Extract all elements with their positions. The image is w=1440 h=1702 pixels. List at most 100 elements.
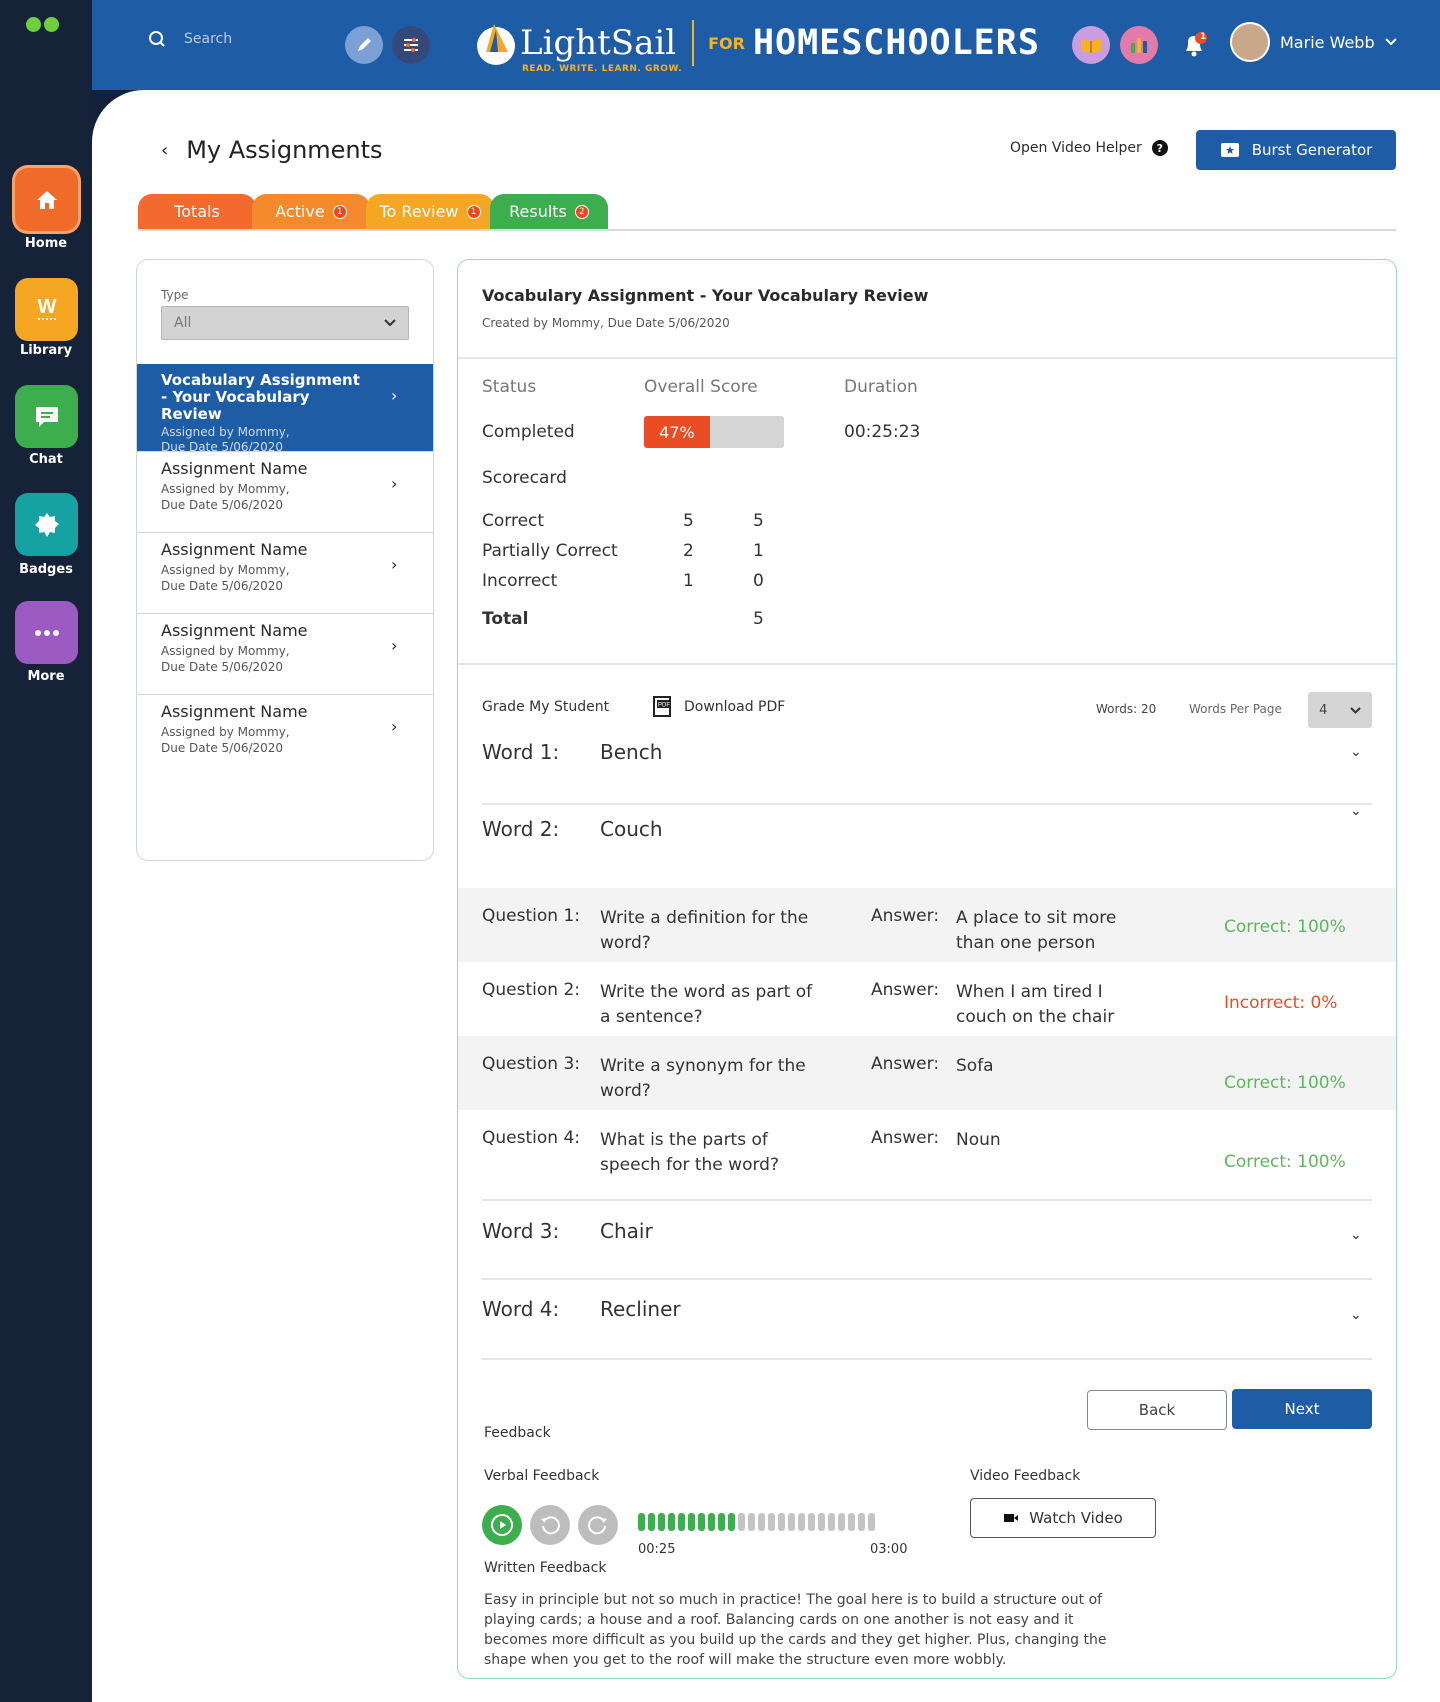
rewind-10-button[interactable] [530, 1505, 570, 1545]
word-row[interactable]: Word 4: Recliner ⌄ [482, 1297, 1382, 1323]
forward-10-button[interactable] [578, 1505, 618, 1545]
notifications-button[interactable]: 1 [1175, 26, 1213, 64]
tab-active[interactable]: Active 1 [252, 194, 370, 229]
nav-badges-button[interactable] [15, 493, 78, 556]
assignment-list-panel: Type All Vocabulary Assignment - Your Vo… [136, 259, 434, 861]
word-value: Couch [600, 817, 663, 841]
svg-text:W: W [37, 296, 56, 318]
chevron-down-icon[interactable]: ⌄ [1350, 1227, 1362, 1243]
divider [482, 1199, 1372, 1201]
user-name[interactable]: Marie Webb [1280, 33, 1375, 52]
tab-results[interactable]: Results 2 [490, 194, 608, 229]
bar-chart-icon [1131, 38, 1147, 53]
watch-video-label: Watch Video [1029, 1509, 1123, 1527]
audio-progress-segment [758, 1513, 765, 1531]
answer-text: A place to sit more than one person [956, 908, 1117, 953]
question-result: Correct: 100% [1224, 1152, 1346, 1172]
overall-score-bar: 47% [644, 416, 784, 448]
tab-results-count: 2 [574, 204, 589, 219]
chevron-right-icon: › [391, 555, 398, 574]
chevron-down-icon [1350, 706, 1361, 714]
settings-sliders-button[interactable] [392, 26, 430, 64]
nav-more-button[interactable] [15, 601, 78, 664]
answer-text: Noun [956, 1130, 1001, 1150]
home-icon [36, 190, 57, 209]
words-per-page-select[interactable]: 4 [1308, 692, 1372, 728]
ticket-star-icon [1220, 143, 1239, 157]
tab-to-review[interactable]: To Review 1 [366, 194, 494, 229]
burst-generator-button[interactable]: Burst Generator [1196, 130, 1396, 170]
nav-library-button[interactable]: W [15, 278, 78, 341]
logo-homeschoolers: HOMESCHOOLERS [752, 23, 1040, 63]
nav-home-button[interactable] [15, 168, 78, 231]
audio-progress-segment [798, 1513, 805, 1531]
answer-label: Answer: [871, 906, 940, 926]
chevron-down-icon[interactable]: ⌄ [1350, 744, 1362, 760]
back-chevron-icon[interactable]: ‹ [161, 140, 168, 161]
app-window: Home W Library Chat Badges More Search L… [0, 0, 1440, 1702]
forward-icon [588, 1516, 607, 1535]
list-item-assigned-by: Assigned by Mommy, [161, 482, 290, 496]
list-item[interactable]: Vocabulary Assignment - Your Vocabulary … [137, 364, 433, 454]
watch-video-button[interactable]: Watch Video [970, 1498, 1156, 1538]
type-filter-select[interactable]: All [161, 306, 409, 340]
nav-chat-button[interactable] [15, 385, 78, 448]
user-menu[interactable]: Marie Webb [1230, 22, 1397, 62]
answer-label: Answer: [871, 1054, 940, 1074]
search-placeholder[interactable]: Search [184, 31, 232, 47]
audio-progress-segment [698, 1513, 705, 1531]
audio-progress-segment [838, 1513, 845, 1531]
word-row[interactable]: Word 2: Couch ⌄ [482, 803, 1382, 841]
list-item[interactable]: Assignment Name Assigned by Mommy, Due Da… [137, 533, 433, 614]
tab-active-count: 1 [332, 204, 347, 219]
next-button[interactable]: Next [1232, 1389, 1372, 1429]
answer-text: When I am tired I couch on the chair [956, 982, 1115, 1027]
question-text: Write a definition for the word? [600, 908, 809, 953]
question-row: Question 1: Write a definition for the w… [458, 888, 1396, 962]
chevron-down-icon[interactable]: ⌄ [1350, 803, 1362, 819]
back-button[interactable]: Back [1087, 1390, 1227, 1430]
scorecard-value: 1 [753, 541, 764, 561]
help-icon[interactable]: ? [1151, 140, 1168, 156]
word-value: Bench [600, 740, 663, 764]
avatar[interactable] [1230, 22, 1270, 62]
audio-total-time: 03:00 [870, 1542, 908, 1557]
list-item[interactable]: Assignment Name Assigned by Mommy, Due Da… [137, 452, 433, 533]
word-row[interactable]: Word 3: Chair ⌄ [482, 1219, 1382, 1243]
question-result: Correct: 100% [1224, 917, 1346, 937]
pen-tool-button[interactable] [345, 26, 383, 64]
play-button[interactable] [482, 1505, 522, 1545]
video-camera-icon [1004, 1514, 1019, 1522]
video-helper-link[interactable]: Open Video Helper ? [1010, 140, 1168, 156]
download-pdf-label: Download PDF [684, 699, 786, 715]
logo-for: FOR [708, 33, 745, 53]
list-item-due: Due Date 5/06/2020 [161, 498, 284, 512]
audio-progress-segment [828, 1513, 835, 1531]
word-value: Chair [600, 1219, 653, 1243]
reading-button[interactable] [1072, 26, 1110, 64]
audio-progress-segment [648, 1513, 655, 1531]
download-pdf-button[interactable]: PDF Download PDF [652, 696, 785, 718]
written-feedback-text: Easy in principle but not so much in pra… [484, 1592, 1107, 1668]
words-count: Words: 20 [1096, 702, 1157, 716]
stats-button[interactable] [1120, 26, 1158, 64]
tab-totals[interactable]: Totals [138, 194, 256, 229]
chevron-down-icon[interactable]: ⌄ [1350, 1307, 1362, 1323]
question-label: Question 3: [482, 1054, 580, 1074]
pencil-icon [358, 38, 371, 51]
type-filter-value: All [174, 315, 192, 331]
question-row: Question 4: What is the parts of speech … [458, 1110, 1396, 1184]
scorecard-total-value: 5 [753, 609, 764, 629]
words-per-page-label: Words Per Page [1189, 702, 1282, 716]
video-feedback-label: Video Feedback [970, 1468, 1081, 1484]
list-item[interactable]: Assignment Name Assigned by Mommy, Due Da… [137, 614, 433, 695]
chat-icon [35, 406, 58, 427]
question-row: Question 2: Write the word as part of a … [458, 962, 1396, 1036]
audio-progress-track[interactable] [638, 1513, 875, 1531]
word-row[interactable]: Word 1: Bench ⌄ [482, 740, 1382, 764]
search-bar[interactable]: Search [148, 30, 232, 48]
list-item[interactable]: Assignment Name Assigned by Mommy, Due Da… [137, 695, 433, 776]
video-helper-label[interactable]: Open Video Helper [1010, 140, 1142, 156]
pdf-icon: PDF [653, 696, 671, 717]
audio-progress-segment [638, 1513, 645, 1531]
